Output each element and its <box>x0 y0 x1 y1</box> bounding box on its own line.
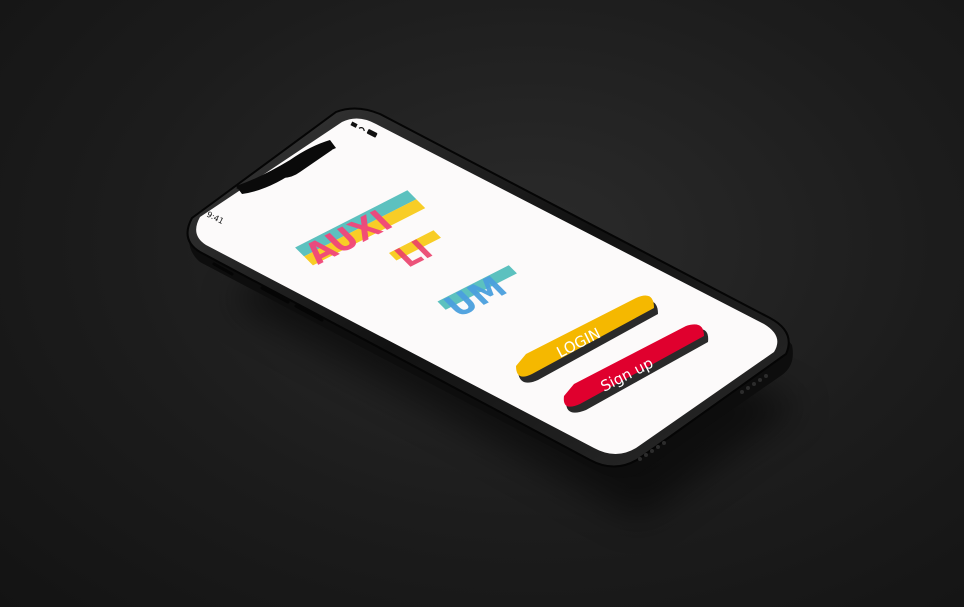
phone-mockup-scene: 9:41 AUXI LI UM LOGIN Sign up <box>186 107 800 520</box>
